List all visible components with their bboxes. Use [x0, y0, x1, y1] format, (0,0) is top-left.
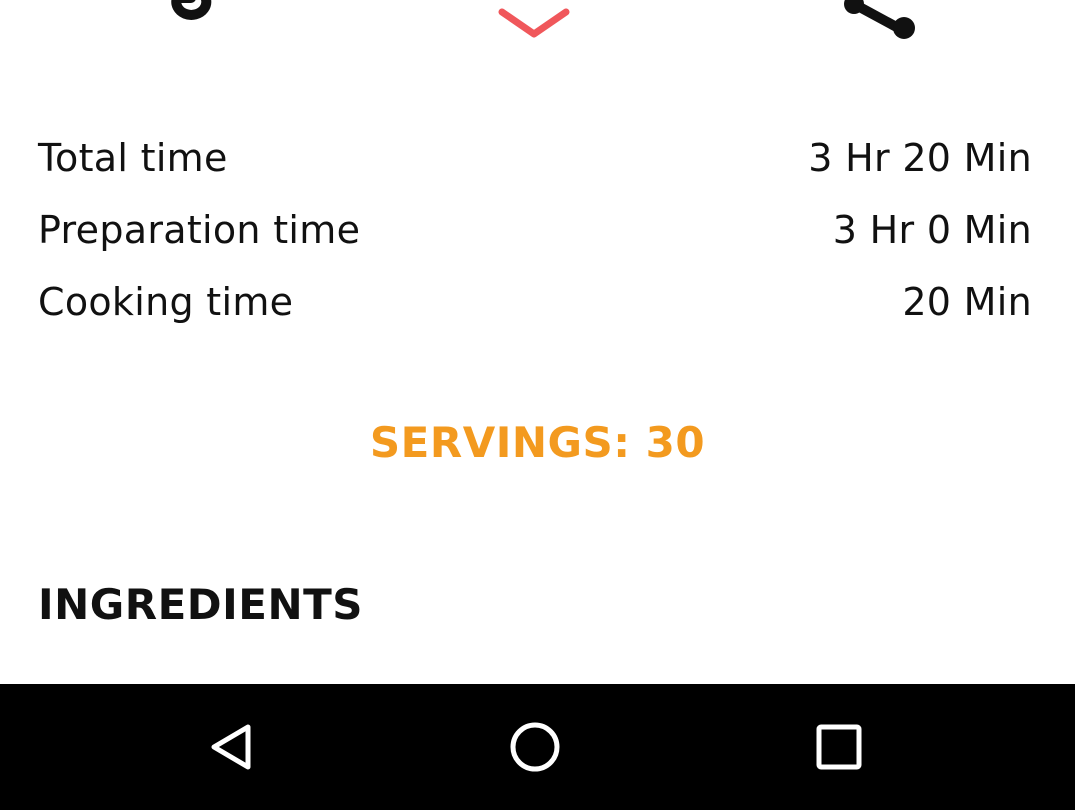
preparation-time-row: Preparation time 3 Hr 0 Min	[38, 194, 1032, 266]
share-icon[interactable]	[840, 0, 920, 40]
recents-square-icon[interactable]	[804, 712, 874, 782]
total-time-label: Total time	[38, 136, 228, 180]
system-navigation-bar	[0, 684, 1075, 810]
recipe-detail-screen: Total time 3 Hr 20 Min Preparation time …	[0, 0, 1075, 810]
back-triangle-icon[interactable]	[198, 712, 268, 782]
timer-icon[interactable]	[147, 0, 227, 40]
servings-count: SERVINGS: 30	[369, 418, 706, 467]
ingredients-heading: INGREDIENTS	[38, 580, 364, 629]
heart-icon[interactable]	[494, 0, 574, 40]
cooking-time-row: Cooking time 20 Min	[38, 266, 1032, 338]
recipe-action-bar	[0, 0, 1075, 60]
preparation-time-value: 3 Hr 0 Min	[832, 208, 1032, 252]
cooking-time-label: Cooking time	[38, 280, 294, 324]
total-time-row: Total time 3 Hr 20 Min	[38, 122, 1032, 194]
time-summary: Total time 3 Hr 20 Min Preparation time …	[38, 122, 1032, 338]
home-circle-icon[interactable]	[500, 712, 570, 782]
total-time-value: 3 Hr 20 Min	[808, 136, 1032, 180]
cooking-time-value: 20 Min	[902, 280, 1032, 324]
preparation-time-label: Preparation time	[38, 208, 361, 252]
